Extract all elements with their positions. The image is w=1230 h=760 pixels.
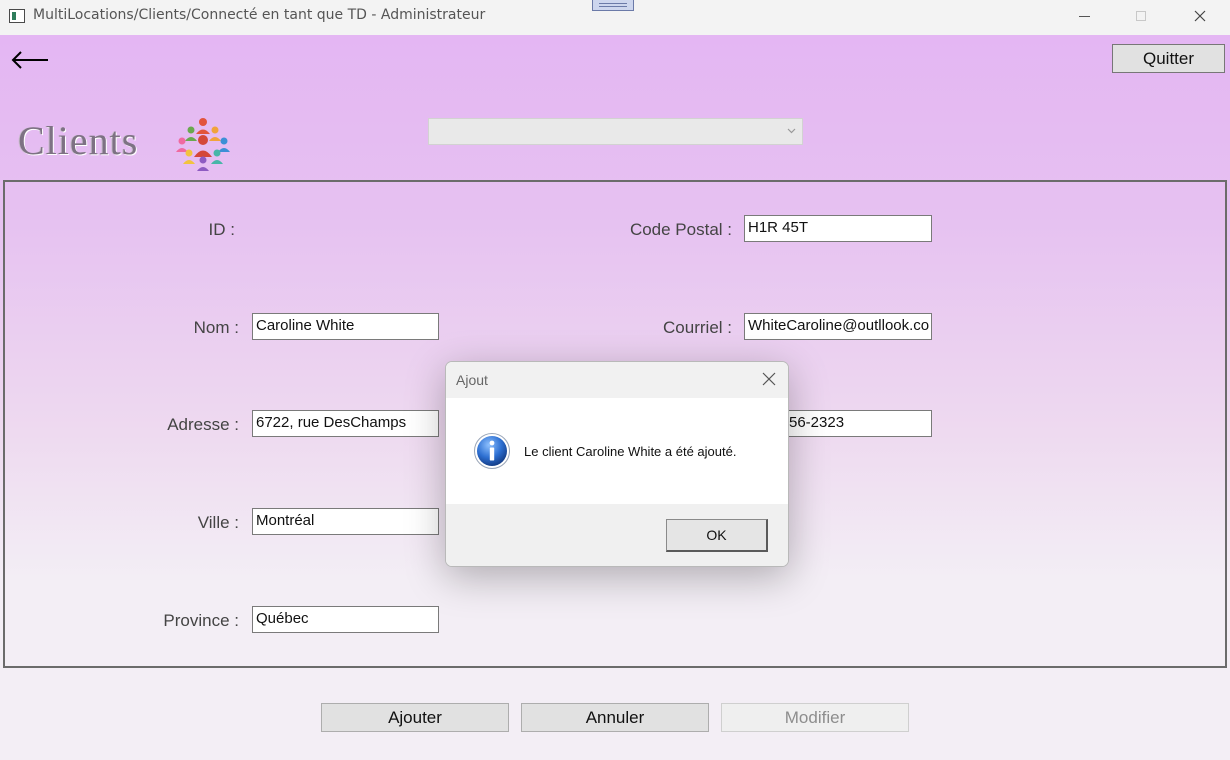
- people-group-icon: [176, 118, 230, 171]
- minimize-button[interactable]: [1056, 0, 1112, 32]
- ok-button[interactable]: OK: [666, 519, 768, 552]
- courriel-label: Courriel :: [663, 318, 732, 337]
- dialog-message: Le client Caroline White a été ajouté.: [524, 444, 737, 459]
- minimize-icon: [1078, 15, 1090, 17]
- page-title: Clients: [18, 118, 139, 163]
- telephone-value: 56-2323: [789, 414, 845, 431]
- maximize-icon: [1136, 11, 1146, 21]
- app-icon: [9, 9, 25, 23]
- adresse-label: Adresse :: [167, 415, 239, 434]
- modify-button[interactable]: Modifier: [721, 703, 909, 732]
- ville-field[interactable]: Montréal: [252, 508, 439, 535]
- courriel-field[interactable]: WhiteCaroline@outllook.co: [744, 313, 932, 340]
- window-titlebar: MultiLocations/Clients/Connecté en tant …: [0, 0, 1230, 36]
- confirmation-dialog: Ajout Le client Caroline White a été ajo…: [445, 361, 789, 567]
- close-button[interactable]: [1172, 0, 1228, 32]
- cancel-button[interactable]: Annuler: [521, 703, 709, 732]
- province-label: Province :: [163, 611, 239, 630]
- nom-field[interactable]: Caroline White: [252, 313, 439, 340]
- chevron-down-icon: [787, 128, 796, 134]
- ville-label: Ville :: [197, 513, 239, 532]
- nom-label: Nom :: [193, 318, 239, 337]
- dialog-close-icon[interactable]: [762, 372, 776, 386]
- dialog-titlebar: Ajout: [446, 362, 788, 398]
- code-postal-label: Code Postal :: [629, 220, 732, 239]
- client-select-combobox[interactable]: [428, 118, 803, 145]
- id-label: ID :: [208, 220, 235, 239]
- code-postal-field[interactable]: H1R 45T: [744, 215, 932, 242]
- province-field[interactable]: Québec: [252, 606, 439, 633]
- dialog-title: Ajout: [456, 372, 488, 388]
- add-button[interactable]: Ajouter: [321, 703, 509, 732]
- quit-button[interactable]: Quitter: [1112, 44, 1225, 73]
- window-title: MultiLocations/Clients/Connecté en tant …: [33, 7, 486, 23]
- info-icon: [474, 433, 510, 469]
- snap-layout-handle[interactable]: [592, 0, 634, 11]
- back-arrow-icon[interactable]: [10, 49, 50, 71]
- adresse-field[interactable]: 6722, rue DesChamps: [252, 410, 439, 437]
- close-icon: [1194, 10, 1206, 22]
- maximize-button[interactable]: [1113, 0, 1169, 32]
